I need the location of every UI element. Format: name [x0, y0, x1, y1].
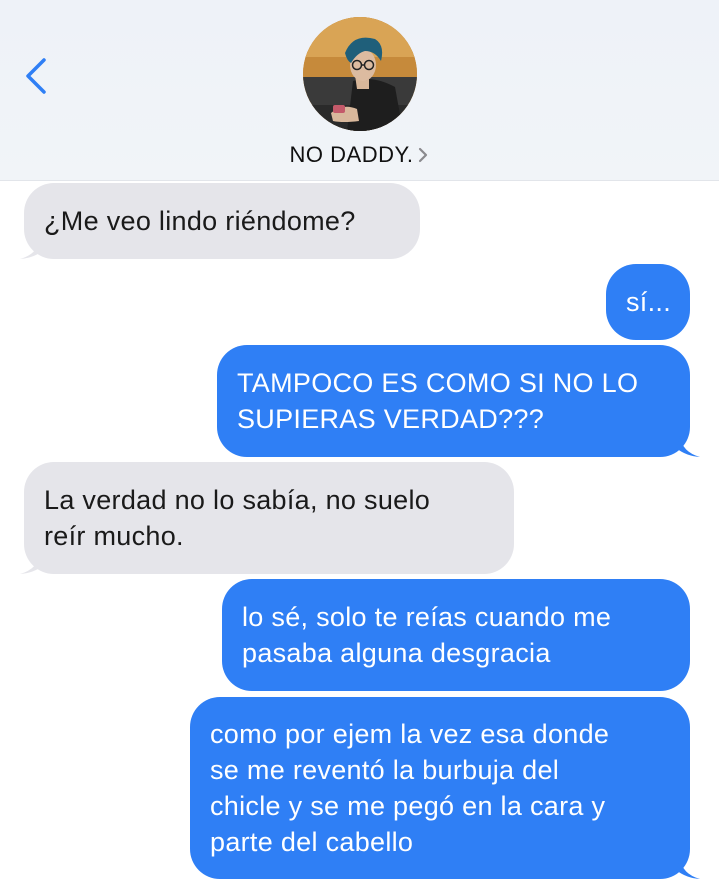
- message-bubble-sent[interactable]: sí...: [606, 264, 690, 340]
- messages-screen: NO DADDY. ¿Me veo lindo riéndome? sí... …: [0, 0, 719, 882]
- message-bubble-received[interactable]: ¿Me veo lindo riéndome?: [24, 183, 420, 259]
- contact-name: NO DADDY.: [289, 142, 414, 167]
- message-thread: ¿Me veo lindo riéndome? sí... TAMPOCO ES…: [0, 180, 719, 882]
- message-text: lo sé, solo te reías cuando me pasaba al…: [242, 602, 612, 668]
- message-text: TAMPOCO ES COMO SI NO LO SUPIERAS VERDAD…: [237, 368, 639, 434]
- message-text: La verdad no lo sabía, no suelo reír muc…: [44, 485, 431, 551]
- message-bubble-sent[interactable]: como por ejem la vez esa donde se me rev…: [190, 697, 690, 879]
- avatar[interactable]: [303, 17, 417, 131]
- chevron-right-icon: [419, 147, 428, 163]
- bubble-tail: [20, 553, 44, 574]
- chevron-left-icon: [26, 58, 46, 94]
- bubble-tail: [676, 436, 700, 457]
- conversation-header: NO DADDY.: [0, 0, 719, 181]
- message-bubble-sent[interactable]: lo sé, solo te reías cuando me pasaba al…: [222, 579, 690, 691]
- bubble-tail: [20, 238, 44, 259]
- message-text: ¿Me veo lindo riéndome?: [44, 206, 356, 236]
- message-text: como por ejem la vez esa donde se me rev…: [210, 719, 610, 857]
- back-button[interactable]: [20, 54, 54, 98]
- message-bubble-sent[interactable]: TAMPOCO ES COMO SI NO LO SUPIERAS VERDAD…: [217, 345, 690, 457]
- avatar-photo: [303, 17, 417, 131]
- message-bubble-received[interactable]: La verdad no lo sabía, no suelo reír muc…: [24, 462, 514, 574]
- message-text: sí...: [626, 287, 672, 317]
- bubble-tail: [676, 858, 700, 879]
- contact-name-button[interactable]: NO DADDY.: [0, 138, 719, 172]
